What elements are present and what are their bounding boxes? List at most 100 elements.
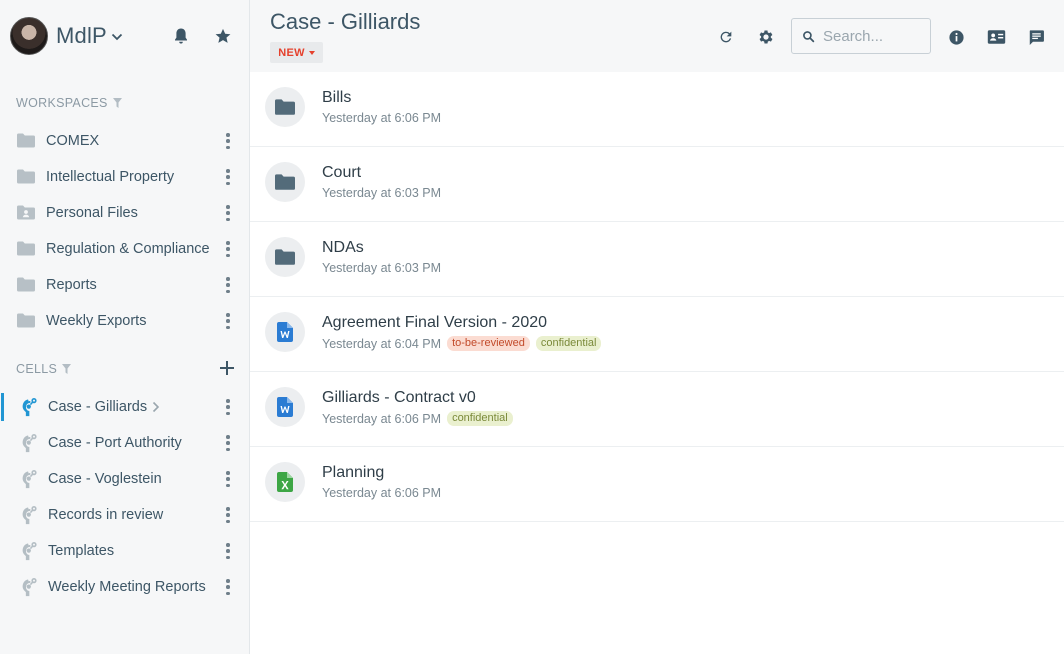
sidebar-item-personal-files[interactable]: Personal Files (0, 195, 248, 231)
tag-to-be-reviewed[interactable]: to-be-reviewed (447, 336, 530, 351)
more-options-icon[interactable] (222, 542, 234, 560)
file-meta: Yesterday at 6:03 PM (322, 261, 441, 275)
tag-confidential[interactable]: confidential (535, 336, 602, 351)
folder-icon (17, 133, 35, 148)
cell-icon (22, 433, 37, 453)
more-options-icon[interactable] (222, 398, 234, 416)
file-name: Planning (322, 464, 385, 481)
bell-icon[interactable] (171, 26, 191, 46)
avatar[interactable] (10, 17, 48, 55)
caret-down-icon (308, 50, 315, 55)
cell-icon (22, 397, 37, 417)
word-document-icon (265, 387, 305, 427)
sidebar-cell-label: Case - Gilliards (48, 399, 148, 415)
add-cell-icon[interactable] (218, 359, 236, 377)
file-name: Agreement Final Version - 2020 (322, 314, 548, 331)
sidebar-cell-label: Case - Port Authority (48, 435, 182, 451)
file-meta: Yesterday at 6:04 PM to-be-reviewed conf… (322, 336, 602, 351)
sidebar-item-label: Reports (46, 277, 97, 293)
sidebar-cell-label: Templates (48, 543, 115, 559)
cell-icon (22, 505, 37, 525)
more-options-icon[interactable] (222, 470, 234, 488)
cells-section-title: CELLS (16, 362, 72, 376)
folder-icon (265, 87, 305, 127)
more-options-icon[interactable] (222, 132, 234, 150)
file-meta: Yesterday at 6:03 PM (322, 186, 441, 200)
file-row-ndas[interactable]: NDAs Yesterday at 6:03 PM (250, 222, 1064, 297)
more-options-icon[interactable] (222, 276, 234, 294)
chevron-down-icon[interactable] (111, 33, 123, 41)
file-row-bills[interactable]: Bills Yesterday at 6:06 PM (250, 72, 1064, 147)
sidebar-item-comex[interactable]: COMEX (0, 123, 248, 159)
sidebar-cell-case-gilliards[interactable]: Case - Gilliards (0, 389, 248, 425)
more-options-icon[interactable] (222, 168, 234, 186)
more-options-icon[interactable] (222, 312, 234, 330)
search-input[interactable] (823, 27, 923, 45)
cells-title: CELLS (16, 362, 58, 376)
file-list: Bills Yesterday at 6:06 PM Court Yesterd… (250, 72, 1064, 522)
tag-confidential[interactable]: confidential (447, 411, 513, 426)
file-date: Yesterday at 6:06 PM (322, 111, 442, 125)
word-document-icon (265, 312, 305, 352)
file-row-court[interactable]: Court Yesterday at 6:03 PM (250, 147, 1064, 222)
sidebar-cell-label: Records in review (48, 507, 164, 523)
file-date: Yesterday at 6:06 PM (322, 411, 442, 426)
chat-icon[interactable] (1025, 26, 1047, 48)
page-title: Case - Gilliards (270, 9, 421, 34)
file-row-planning[interactable]: Planning Yesterday at 6:06 PM (250, 447, 1064, 522)
cell-icon (22, 577, 37, 597)
search-icon (803, 30, 815, 42)
sidebar-cell-records-in-review[interactable]: Records in review (0, 497, 248, 533)
file-date: Yesterday at 6:03 PM (322, 186, 442, 200)
sidebar-cell-weekly-meeting-reports[interactable]: Weekly Meeting Reports (0, 569, 248, 605)
file-date: Yesterday at 6:04 PM (322, 336, 442, 351)
file-date: Yesterday at 6:06 PM (322, 486, 442, 500)
sidebar-item-label: Personal Files (46, 205, 138, 221)
file-name: Gilliards - Contract v0 (322, 389, 476, 406)
file-date: Yesterday at 6:03 PM (322, 261, 442, 275)
sidebar-item-label: Intellectual Property (46, 169, 175, 185)
more-options-icon[interactable] (222, 204, 234, 222)
file-name: Bills (322, 89, 352, 106)
header: Case - Gilliards NEW (250, 0, 1064, 72)
file-row-agreement-final-version[interactable]: Agreement Final Version - 2020 Yesterday… (250, 297, 1064, 372)
file-row-gilliards-contract[interactable]: Gilliards - Contract v0 Yesterday at 6:0… (250, 372, 1064, 447)
filter-icon[interactable] (62, 364, 72, 374)
new-button[interactable]: NEW (270, 42, 323, 63)
refresh-icon[interactable] (715, 26, 737, 48)
folder-icon (265, 162, 305, 202)
sidebar-item-weekly-exports[interactable]: Weekly Exports (0, 303, 248, 339)
user-menu[interactable]: MdlP (10, 17, 245, 55)
sidebar-cell-label: Weekly Meeting Reports (48, 579, 206, 595)
file-meta: Yesterday at 6:06 PM (322, 486, 441, 500)
folder-icon (265, 237, 305, 277)
more-options-icon[interactable] (222, 578, 234, 596)
user-name[interactable]: MdlP (56, 23, 107, 49)
more-options-icon[interactable] (222, 240, 234, 258)
sidebar-item-label: Weekly Exports (46, 313, 147, 329)
folder-account-icon (17, 205, 35, 220)
filter-icon[interactable] (112, 98, 122, 108)
cell-icon (22, 469, 37, 489)
chevron-right-icon[interactable] (152, 401, 160, 413)
more-options-icon[interactable] (222, 506, 234, 524)
sidebar-item-regulation-compliance[interactable]: Regulation & Compliance (0, 231, 248, 267)
folder-icon (17, 241, 35, 256)
sidebar-cell-case-port-authority[interactable]: Case - Port Authority (0, 425, 248, 461)
cell-icon (22, 541, 37, 561)
sidebar-item-label: Regulation & Compliance (46, 241, 210, 257)
star-icon[interactable] (213, 26, 233, 46)
gear-icon[interactable] (755, 26, 777, 48)
more-options-icon[interactable] (222, 434, 234, 452)
sidebar-cell-templates[interactable]: Templates (0, 533, 248, 569)
info-icon[interactable] (945, 26, 967, 48)
sidebar-item-reports[interactable]: Reports (0, 267, 248, 303)
excel-spreadsheet-icon (265, 462, 305, 502)
file-meta: Yesterday at 6:06 PM confidential (322, 411, 513, 426)
sidebar-cell-case-voglestein[interactable]: Case - Voglestein (0, 461, 248, 497)
new-button-label: NEW (278, 46, 305, 59)
sidebar-item-intellectual-property[interactable]: Intellectual Property (0, 159, 248, 195)
account-card-icon[interactable] (985, 26, 1007, 48)
folder-icon (17, 169, 35, 184)
search-box[interactable] (791, 18, 931, 54)
